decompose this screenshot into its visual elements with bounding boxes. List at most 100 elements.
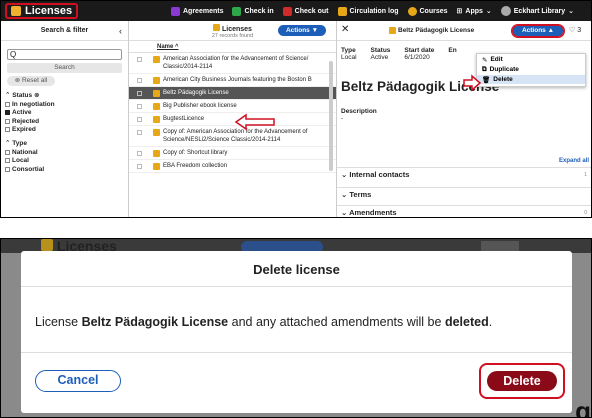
- search-input[interactable]: Q: [7, 49, 122, 60]
- table-row-selected[interactable]: Beltz Pädagogik License: [129, 87, 336, 100]
- search-button[interactable]: Search: [7, 63, 122, 73]
- clear-filter-icon[interactable]: ⊗: [34, 92, 39, 99]
- message-license-name: Beltz Pädagogik License: [81, 315, 229, 329]
- checkbox-checked[interactable]: [5, 110, 10, 116]
- row-checkbox[interactable]: [137, 57, 142, 62]
- section-count: 1: [584, 172, 587, 178]
- dialog-message: License Beltz Pädagogik License and any …: [21, 287, 572, 353]
- table-row[interactable]: American Association for the Advancement…: [129, 53, 336, 74]
- delete-button[interactable]: Delete: [487, 371, 557, 391]
- checkout-icon: [282, 6, 292, 16]
- nav-checkout[interactable]: Check out: [282, 6, 329, 16]
- status-option-label: Active: [12, 109, 32, 117]
- list-title-text: Licenses: [221, 26, 252, 33]
- checkbox[interactable]: [5, 118, 10, 124]
- dialog-title: Delete license: [21, 251, 572, 287]
- list-scrollbar[interactable]: [329, 61, 333, 171]
- status-option-rejected[interactable]: Rejected: [5, 117, 124, 126]
- menu-item-duplicate[interactable]: ⧉ Duplicate: [477, 65, 585, 74]
- nav-courses[interactable]: Courses: [407, 6, 448, 16]
- table-row[interactable]: BugtestLicence: [129, 113, 336, 126]
- checkbox[interactable]: [5, 101, 10, 107]
- nav-apps[interactable]: ⊞ Apps ⌄: [457, 7, 492, 16]
- section-terms[interactable]: ⌄ Terms: [337, 187, 591, 201]
- tag-icon[interactable]: ♡ 3: [569, 26, 581, 34]
- meta-status-value: Active: [370, 54, 389, 61]
- table-row[interactable]: Copy of: Shortcut library: [129, 147, 336, 160]
- status-filter-group: ⌃ Status ⊗ In negotiation Active Rejecte…: [5, 91, 124, 134]
- delete-license-dialog: Delete license License Beltz Pädagogik L…: [21, 251, 572, 413]
- column-header-name[interactable]: Name ^: [129, 41, 336, 53]
- checkbox[interactable]: [5, 127, 10, 133]
- type-filter-label: Type: [12, 140, 27, 147]
- meta-status-key: Status: [370, 47, 391, 54]
- row-checkbox[interactable]: [137, 104, 142, 109]
- menu-item-edit[interactable]: ✎ Edit: [477, 55, 585, 64]
- row-checkbox[interactable]: [137, 151, 142, 156]
- section-count: 0: [584, 210, 587, 216]
- status-option-in-negotiation[interactable]: In negotiation: [5, 100, 124, 109]
- meta-end-key: En: [448, 47, 457, 54]
- table-row[interactable]: Copy of: American Association for the Ad…: [129, 126, 336, 147]
- user-menu[interactable]: Eckhart Library ⌄: [500, 6, 574, 16]
- circulation-log-icon: [337, 6, 347, 16]
- annotation-arrow-right: [463, 74, 482, 92]
- checkin-icon: [232, 6, 242, 16]
- app-title-licenses[interactable]: Licenses: [5, 3, 79, 19]
- table-row[interactable]: American City Business Journals featurin…: [129, 74, 336, 87]
- nav-agreements-label: Agreements: [183, 7, 224, 15]
- menu-item-delete[interactable]: 🗑 Delete: [477, 75, 585, 84]
- type-option-national[interactable]: National: [5, 148, 124, 157]
- nav-circulation-log[interactable]: Circulation log: [337, 6, 399, 16]
- row-name: BugtestLicence: [163, 116, 205, 122]
- status-option-active[interactable]: Active: [5, 109, 124, 118]
- section-internal-contacts[interactable]: ⌄ Internal contacts 1: [337, 167, 591, 181]
- row-name: American Association for the Advancement…: [163, 56, 309, 70]
- close-icon[interactable]: ✕: [341, 24, 349, 35]
- meta-start-key: Start date: [404, 47, 435, 54]
- nav-agreements[interactable]: Agreements: [171, 6, 224, 16]
- collapse-chevron-icon[interactable]: ‹: [119, 26, 122, 36]
- checkbox[interactable]: [5, 149, 10, 155]
- row-checkbox[interactable]: [137, 117, 142, 122]
- type-option-consortial[interactable]: Consortial: [5, 165, 124, 174]
- licenses-app-icon: [41, 239, 53, 251]
- row-checkbox[interactable]: [137, 130, 142, 135]
- license-icon: [153, 90, 160, 97]
- table-row[interactable]: Big Publisher ebook license: [129, 100, 336, 113]
- type-filter-header[interactable]: ⌃ Type: [5, 139, 124, 147]
- row-name: Copy of: Shortcut library: [163, 150, 228, 156]
- status-filter-header[interactable]: ⌃ Status ⊗: [5, 91, 124, 99]
- type-option-local[interactable]: Local: [5, 157, 124, 166]
- nav-checkin[interactable]: Check in: [232, 6, 274, 16]
- type-option-label: Local: [12, 157, 29, 165]
- table-row[interactable]: EBA Freedom collection: [129, 160, 336, 173]
- nav-apps-label: Apps: [465, 7, 483, 15]
- section-label: Amendments: [349, 208, 397, 217]
- reset-all-button[interactable]: ⊗ Reset all: [7, 76, 55, 86]
- row-name: EBA Freedom collection: [163, 163, 228, 169]
- meta-type-key: Type: [341, 47, 356, 54]
- meta-start-date: Start date 6/1/2020: [404, 47, 434, 61]
- detail-actions-button[interactable]: Actions ▲: [511, 24, 565, 38]
- section-amendments[interactable]: ⌄ Amendments 0: [337, 205, 591, 217]
- row-checkbox[interactable]: [137, 91, 142, 96]
- nav-checkout-label: Check out: [294, 7, 329, 15]
- checkbox[interactable]: [5, 166, 10, 172]
- row-checkbox[interactable]: [137, 78, 142, 83]
- checkbox[interactable]: [5, 158, 10, 164]
- trash-icon: 🗑: [482, 76, 491, 84]
- meta-type-value: Local: [341, 54, 357, 61]
- agreements-icon: [171, 6, 180, 16]
- row-checkbox[interactable]: [137, 164, 142, 169]
- detail-pane-header: ✕ Beltz Pädagogik License Actions ▲ ♡ 3: [337, 21, 591, 41]
- licenses-app-icon: [11, 6, 21, 16]
- background-element: [481, 241, 519, 251]
- list-actions-button[interactable]: Actions ▼: [278, 25, 326, 36]
- expand-all-link[interactable]: Expand all: [559, 158, 589, 164]
- status-option-expired[interactable]: Expired: [5, 126, 124, 135]
- search-filter-pane: Search & filter ‹ Q Search ⊗ Reset all ⌃…: [1, 21, 129, 217]
- status-option-label: In negotiation: [12, 100, 55, 108]
- cancel-button[interactable]: Cancel: [35, 370, 121, 392]
- type-filter-group: ⌃ Type National Local Consortial: [5, 139, 124, 174]
